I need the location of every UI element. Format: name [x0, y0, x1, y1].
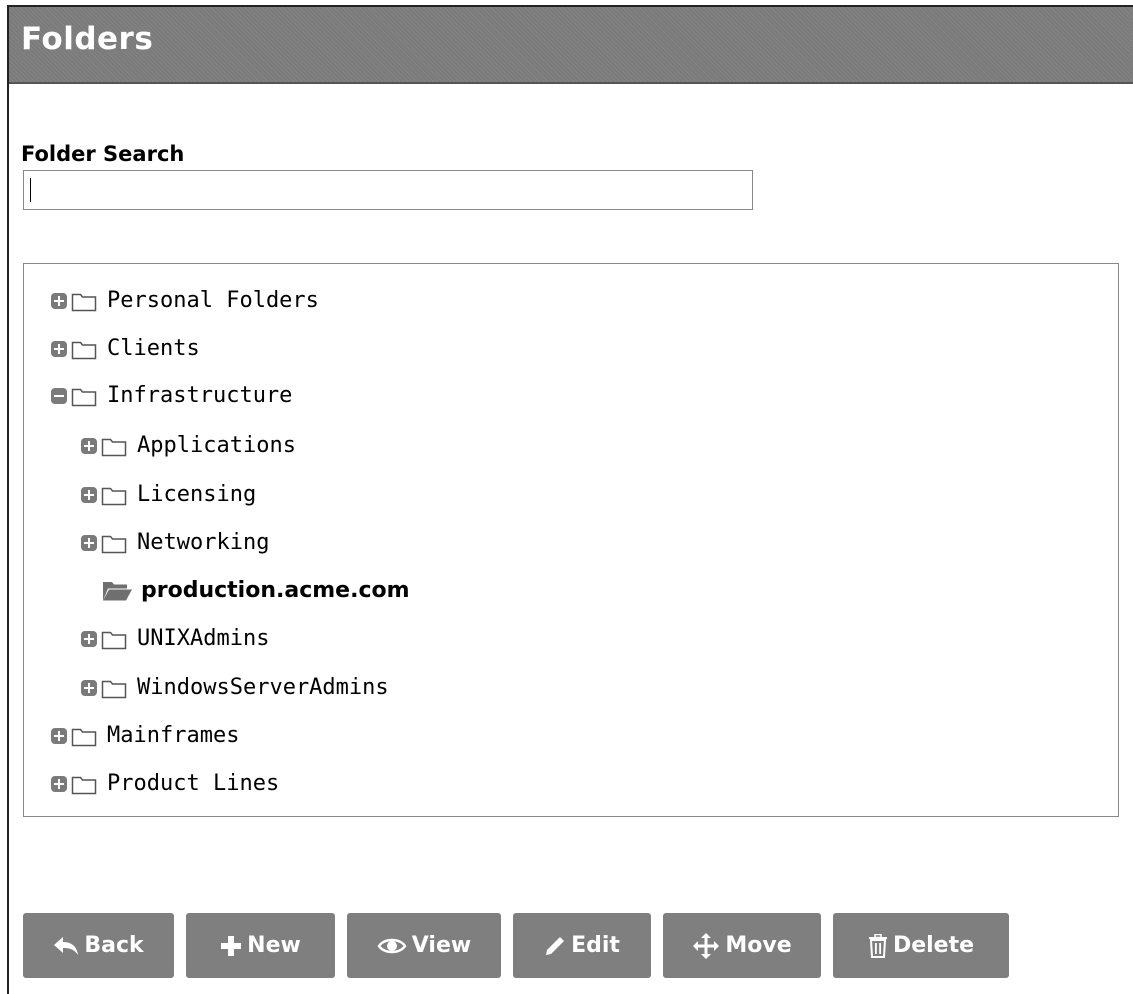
tree-node-applications[interactable]: Applications [81, 426, 296, 466]
text-caret [30, 178, 31, 202]
folder-icon [101, 680, 127, 699]
tree-node-label: Applications [137, 433, 296, 458]
tree-node-unixadmins[interactable]: UNIXAdmins [81, 619, 269, 659]
tree-node-label: Clients [107, 336, 200, 361]
new-button-label: New [247, 933, 301, 958]
tree-node-label: Product Lines [107, 771, 280, 796]
tree-node-licensing[interactable]: Licensing [81, 475, 256, 515]
reply-arrow-icon [54, 936, 79, 955]
plus-icon [221, 935, 242, 956]
back-button[interactable]: Back [23, 913, 174, 978]
folder-icon [101, 535, 127, 554]
folders-panel: Folders Folder Search Personal Folders C… [7, 5, 1133, 994]
folder-icon [71, 293, 97, 312]
tree-node-label: WindowsServerAdmins [137, 675, 389, 700]
header-bar: Folders [9, 7, 1133, 84]
expand-icon[interactable] [81, 631, 97, 647]
expand-icon[interactable] [81, 680, 97, 696]
tree-node-label: Networking [137, 530, 270, 555]
expand-icon[interactable] [51, 776, 67, 792]
expand-icon[interactable] [51, 341, 67, 357]
tree-node-label: Infrastructure [107, 383, 293, 408]
folder-icon [71, 728, 97, 747]
action-toolbar: Back New View Edit Move Delete [23, 913, 1009, 978]
folder-open-icon [103, 582, 132, 601]
folder-icon [101, 487, 127, 506]
tree-node-label: production.acme.com [141, 578, 410, 603]
tree-node-label: Personal Folders [107, 288, 319, 313]
folder-search-input[interactable] [23, 170, 753, 210]
folder-icon [101, 631, 127, 650]
back-button-label: Back [84, 933, 144, 958]
delete-button[interactable]: Delete [833, 913, 1009, 978]
tree-node-windowsserveradmins[interactable]: WindowsServerAdmins [81, 668, 389, 708]
pencil-icon [546, 936, 565, 955]
view-button-label: View [411, 933, 472, 958]
tree-node-networking[interactable]: Networking [81, 523, 269, 563]
tree-node-production-acme-com[interactable]: production.acme.com [81, 571, 410, 611]
move-button[interactable]: Move [663, 913, 821, 978]
eye-icon [377, 938, 407, 953]
tree-node-infrastructure[interactable]: Infrastructure [51, 376, 292, 416]
edit-button-label: Edit [571, 933, 620, 958]
expand-icon[interactable] [51, 293, 67, 309]
expand-icon[interactable] [81, 438, 97, 454]
page-title: Folders [21, 21, 154, 57]
tree-node-label: UNIXAdmins [137, 626, 270, 651]
delete-button-label: Delete [892, 933, 975, 958]
expand-icon[interactable] [51, 728, 67, 744]
tree-node-label: Mainframes [107, 723, 240, 748]
view-button[interactable]: View [347, 913, 501, 978]
move-button-label: Move [725, 933, 792, 958]
new-button[interactable]: New [186, 913, 335, 978]
move-arrows-icon [693, 932, 720, 959]
tree-node-mainframes[interactable]: Mainframes [51, 716, 239, 756]
tree-node-clients[interactable]: Clients [51, 329, 200, 369]
folder-tree: Personal Folders Clients Infrastructure … [23, 263, 1119, 817]
folder-icon [71, 388, 97, 407]
edit-button[interactable]: Edit [513, 913, 651, 978]
tree-node-label: Licensing [137, 482, 257, 507]
folder-icon [101, 438, 127, 457]
tree-node-personal-folders[interactable]: Personal Folders [51, 281, 319, 321]
collapse-icon[interactable] [51, 388, 67, 404]
folder-icon [71, 341, 97, 360]
tree-node-product-lines[interactable]: Product Lines [51, 764, 279, 804]
folder-search-label: Folder Search [21, 142, 185, 166]
expand-icon[interactable] [81, 487, 97, 503]
expand-icon[interactable] [81, 535, 97, 551]
trash-icon [868, 933, 887, 958]
folder-icon [71, 776, 97, 795]
